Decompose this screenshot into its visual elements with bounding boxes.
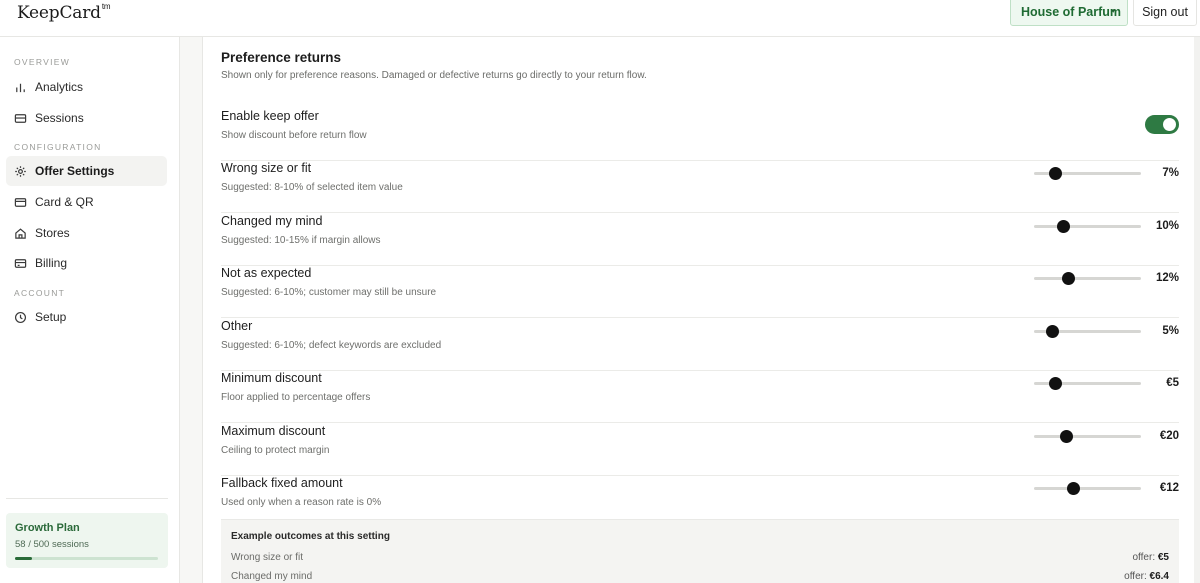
wrong-size-row: Wrong size or fit Suggested: 8-10% of sel…: [221, 161, 1179, 213]
slider-thumb[interactable]: [1049, 167, 1063, 180]
plan-card[interactable]: Growth Plan 58 / 500 sessions: [6, 513, 168, 568]
row-label: Not as expected: [221, 266, 312, 280]
row-label: Enable keep offer: [221, 109, 319, 123]
row-value: €12: [1159, 482, 1179, 494]
row-hint: Ceiling to protect margin: [221, 444, 330, 456]
row-hint: Used only when a reason rate is 0%: [221, 497, 382, 508]
row-value: 12%: [1155, 272, 1179, 284]
plan-title: Growth Plan: [15, 522, 80, 534]
row-hint: Suggested: 6-10%; customer may still be …: [221, 287, 437, 298]
sidebar-item-stores[interactable]: Stores: [6, 218, 167, 248]
row-value: €20: [1159, 429, 1179, 442]
home-icon: [13, 226, 27, 240]
scrollbar[interactable]: [1194, 37, 1200, 583]
wrong-size-slider[interactable]: [1034, 167, 1141, 180]
main-content: Preference returns Shown only for prefer…: [180, 37, 1200, 583]
plan-usage-fill: [15, 557, 32, 560]
row-hint: Show discount before return flow: [221, 130, 367, 141]
minimum-discount-slider[interactable]: [1034, 377, 1141, 390]
sidebar-item-label: Offer Settings: [35, 164, 115, 178]
slider-thumb[interactable]: [1046, 324, 1060, 338]
example-reason: Wrong size or fit: [231, 552, 304, 563]
sidebar-item-setup[interactable]: Setup: [6, 302, 167, 332]
example-row: Changed my mind offer: €6.4: [231, 571, 1169, 583]
section-label-configuration: CONFIGURATION: [14, 142, 102, 152]
minimum-discount-row: Minimum discount Floor applied to percent…: [221, 371, 1179, 423]
row-value: 10%: [1155, 219, 1179, 232]
row-value: €5: [1166, 377, 1179, 389]
row-hint: Floor applied to percentage offers: [221, 392, 371, 403]
example-outcomes: Example outcomes at this setting Wrong s…: [221, 519, 1179, 583]
example-reason: Changed my mind: [231, 571, 313, 582]
sign-out-button[interactable]: Sign out: [1133, 0, 1197, 26]
sidebar-item-label: Card & QR: [35, 195, 94, 209]
gear-icon: [13, 164, 27, 178]
fallback-fixed-slider[interactable]: [1034, 482, 1141, 495]
changed-mind-row: Changed my mind Suggested: 10-15% if marg…: [221, 214, 1179, 266]
bar-chart-icon: [13, 80, 27, 94]
example-offer: offer: €6.4: [1124, 571, 1169, 582]
preference-returns-card: Preference returns Shown only for prefer…: [202, 37, 1200, 583]
sidebar-divider: [6, 498, 168, 499]
row-label: Maximum discount: [221, 423, 326, 438]
clock-icon: [13, 310, 27, 324]
row-value: 7%: [1162, 167, 1179, 179]
not-as-expected-slider[interactable]: [1034, 272, 1141, 285]
not-as-expected-row: Not as expected Suggested: 6-10%; custome…: [221, 266, 1179, 318]
sidebar-item-analytics[interactable]: Analytics: [6, 72, 167, 102]
changed-mind-slider[interactable]: [1034, 219, 1141, 233]
sidebar-item-offer-settings[interactable]: Offer Settings: [6, 156, 167, 186]
enable-keep-offer-row: Enable keep offer Show discount before r…: [221, 109, 1179, 161]
slider-thumb[interactable]: [1056, 219, 1070, 233]
sidebar-item-card-qr[interactable]: Card & QR: [6, 187, 167, 217]
credit-card-icon: [13, 195, 27, 209]
slider-thumb[interactable]: [1060, 429, 1074, 443]
row-hint: Suggested: 6-10%; defect keywords are ex…: [221, 339, 442, 351]
chevron-down-icon: ▾: [1111, 8, 1115, 15]
toggle-knob: [1163, 118, 1176, 131]
row-value: 5%: [1162, 324, 1179, 337]
row-label: Fallback fixed amount: [221, 476, 343, 490]
sidebar-item-label: Billing: [35, 256, 68, 270]
maximum-discount-row: Maximum discount Ceiling to protect margi…: [221, 424, 1179, 476]
other-slider[interactable]: [1034, 324, 1141, 338]
plan-usage-bar: [15, 557, 158, 560]
row-label: Wrong size or fit: [221, 161, 312, 175]
page-title: Preference returns: [221, 50, 342, 65]
slider-thumb[interactable]: [1049, 377, 1063, 390]
plan-usage: 58 / 500 sessions: [15, 539, 89, 550]
page-subtitle: Shown only for preference reasons. Damag…: [221, 70, 647, 81]
row-label: Other: [221, 318, 253, 333]
sidebar-item-label: Stores: [35, 226, 70, 240]
store-selector-label: House of Parfum: [1021, 4, 1122, 19]
slider-thumb[interactable]: [1066, 482, 1080, 495]
row-label: Changed my mind: [221, 213, 323, 228]
sidebar-item-label: Analytics: [35, 80, 84, 94]
sidebar-item-sessions[interactable]: Sessions: [6, 103, 167, 133]
card-stack-icon: [13, 111, 27, 125]
sidebar-item-label: Setup: [35, 310, 67, 324]
billing-card-icon: [13, 256, 27, 270]
row-label: Minimum discount: [221, 371, 322, 385]
example-title: Example outcomes at this setting: [231, 531, 390, 542]
row-hint: Suggested: 8-10% of selected item value: [221, 182, 403, 193]
sidebar-item-billing[interactable]: Billing: [6, 248, 167, 278]
sidebar-item-label: Sessions: [35, 111, 84, 125]
app-logo[interactable]: KeepCardtm: [17, 2, 111, 23]
other-row: Other Suggested: 6-10%; defect keywords a…: [221, 319, 1179, 371]
example-row: Wrong size or fit offer: €5: [231, 552, 1169, 566]
enable-keep-offer-toggle[interactable]: [1145, 115, 1179, 134]
section-label-overview: OVERVIEW: [14, 57, 71, 67]
sidebar: OVERVIEW Analytics Sessions CONFIGURATIO…: [0, 37, 180, 583]
row-hint: Suggested: 10-15% if margin allows: [221, 234, 381, 246]
maximum-discount-slider[interactable]: [1034, 429, 1141, 443]
section-label-account: ACCOUNT: [14, 288, 66, 298]
top-bar: KeepCardtm House of Parfum ▾ Sign out: [0, 0, 1200, 37]
slider-thumb[interactable]: [1062, 272, 1076, 285]
example-offer: offer: €5: [1132, 552, 1169, 563]
store-selector[interactable]: House of Parfum ▾: [1010, 0, 1128, 26]
